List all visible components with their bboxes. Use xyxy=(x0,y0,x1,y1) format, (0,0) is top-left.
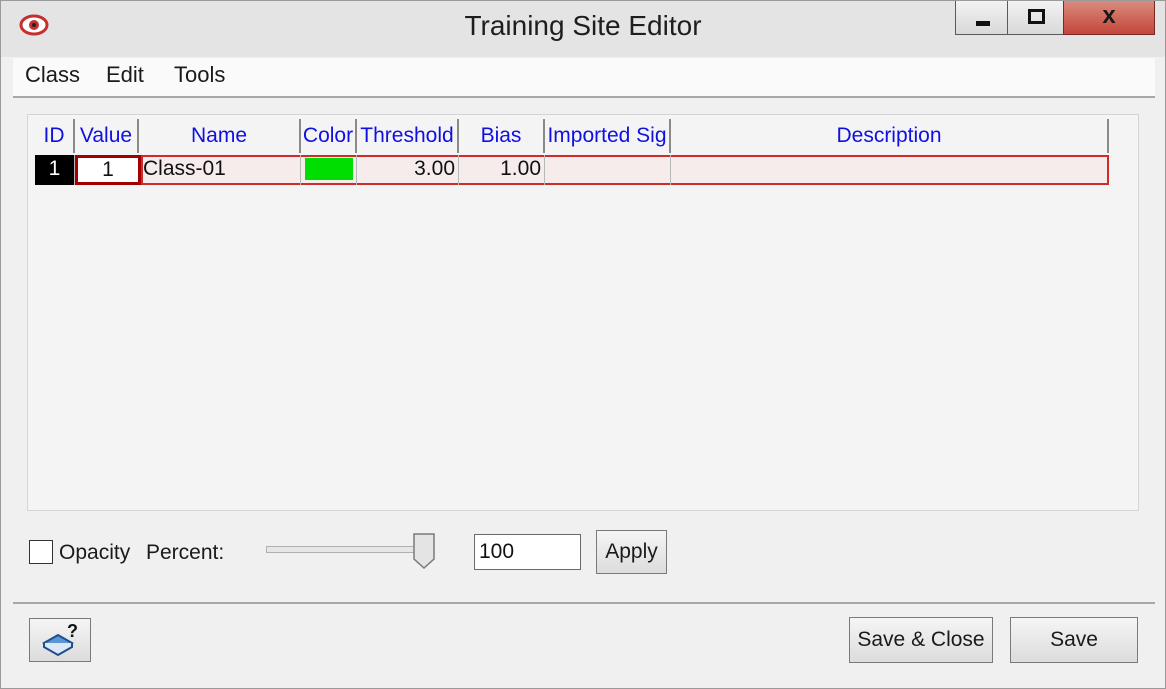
opacity-percent-input[interactable] xyxy=(474,534,581,570)
row-id-cell[interactable]: 1 xyxy=(35,155,75,185)
opacity-label: Opacity xyxy=(59,541,131,564)
opacity-slider-thumb[interactable] xyxy=(412,533,436,569)
column-header-value[interactable]: Value xyxy=(75,119,139,153)
column-header-imported-sig[interactable]: Imported Sig xyxy=(545,119,671,153)
row-value-cell[interactable]: 1 xyxy=(75,155,141,185)
column-header-color[interactable]: Color xyxy=(301,119,357,153)
column-header-id[interactable]: ID xyxy=(35,119,75,153)
minimize-icon xyxy=(976,21,990,26)
book-help-icon: ? xyxy=(41,621,78,657)
footer-divider xyxy=(13,602,1155,604)
training-site-editor-window: Training Site Editor x Class Edit Tools … xyxy=(0,0,1166,689)
title-bar[interactable]: Training Site Editor x xyxy=(1,1,1165,57)
column-header-name[interactable]: Name xyxy=(139,119,301,153)
row-bias-cell[interactable]: 1.00 xyxy=(459,155,545,185)
maximize-button[interactable] xyxy=(1007,1,1063,35)
save-and-close-button[interactable]: Save & Close xyxy=(849,617,993,663)
row-name-cell[interactable]: Class-01 xyxy=(141,155,301,185)
menu-edit[interactable]: Edit xyxy=(106,62,144,88)
row-threshold-cell[interactable]: 3.00 xyxy=(357,155,459,185)
column-header-bias[interactable]: Bias xyxy=(459,119,545,153)
close-button[interactable]: x xyxy=(1063,1,1155,35)
maximize-icon xyxy=(1028,9,1045,24)
save-button[interactable]: Save xyxy=(1010,617,1138,663)
percent-label: Percent: xyxy=(146,541,225,564)
opacity-slider-track[interactable] xyxy=(266,546,430,553)
svg-text:?: ? xyxy=(67,623,78,641)
minimize-button[interactable] xyxy=(955,1,1007,35)
row-description-cell[interactable] xyxy=(671,155,1107,185)
menu-class[interactable]: Class xyxy=(25,62,80,88)
opacity-checkbox[interactable] xyxy=(29,540,53,564)
help-button[interactable]: ? xyxy=(29,618,91,662)
menu-tools[interactable]: Tools xyxy=(174,62,225,88)
row-imported-sig-cell[interactable] xyxy=(545,155,671,185)
column-header-description[interactable]: Description xyxy=(671,119,1109,153)
color-swatch xyxy=(305,158,353,180)
apply-button[interactable]: Apply xyxy=(596,530,667,574)
close-icon: x xyxy=(1102,2,1116,29)
menu-bar: Class Edit Tools xyxy=(13,58,1155,98)
column-header-threshold[interactable]: Threshold xyxy=(357,119,459,153)
row-color-cell[interactable] xyxy=(301,155,357,185)
